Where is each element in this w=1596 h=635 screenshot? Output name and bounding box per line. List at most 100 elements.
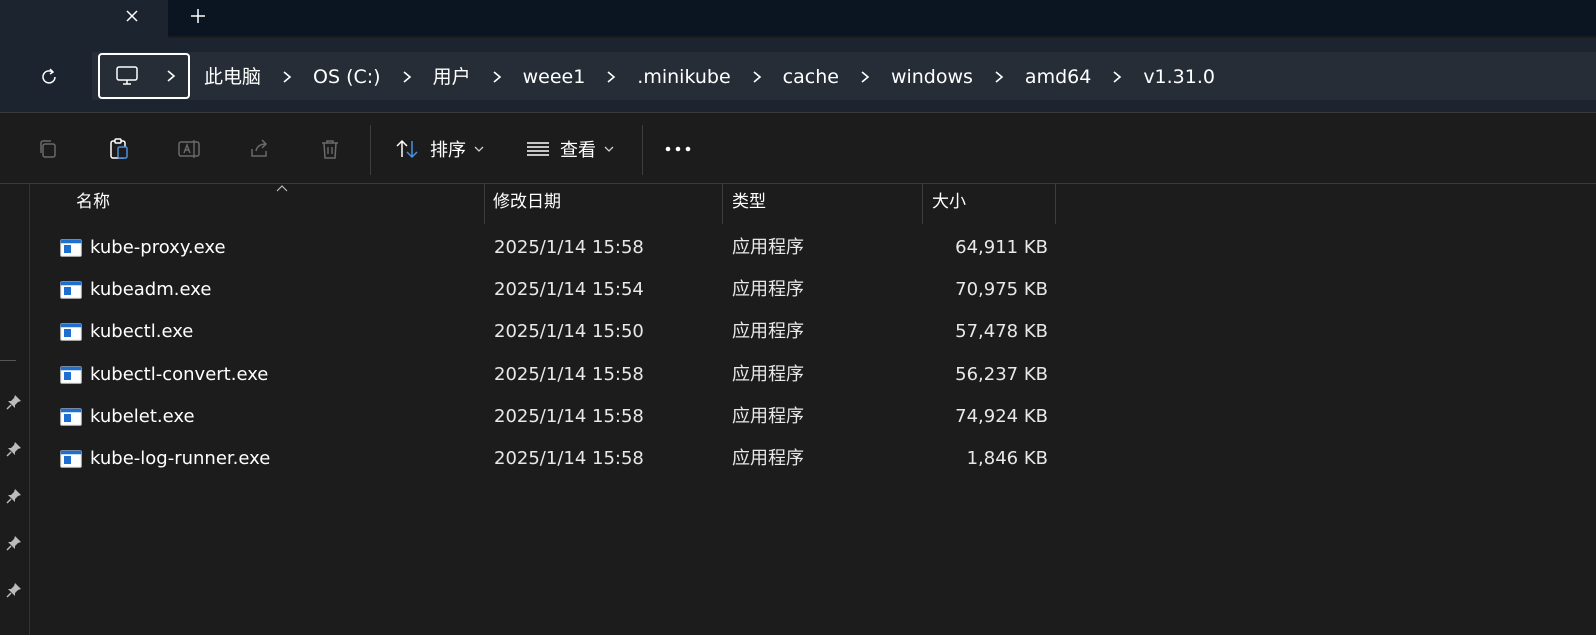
sort-button[interactable]: 排序	[394, 133, 484, 165]
column-header-name[interactable]: 名称	[76, 184, 476, 224]
more-icon	[665, 146, 691, 152]
chevron-right-icon[interactable]	[387, 62, 427, 92]
file-name: kubeadm.exe	[90, 279, 212, 300]
application-file-icon	[60, 239, 82, 257]
chevron-right-icon[interactable]	[737, 62, 777, 92]
pin-icon[interactable]	[6, 394, 22, 410]
toolbar-separator	[370, 125, 371, 175]
close-icon[interactable]	[120, 4, 144, 28]
plus-icon[interactable]	[186, 4, 210, 28]
chevron-right-icon[interactable]	[591, 62, 631, 92]
breadcrumb-item[interactable]: 用户	[427, 62, 477, 92]
column-divider[interactable]	[922, 184, 923, 224]
file-name: kubelet.exe	[90, 406, 195, 427]
pin-icon[interactable]	[6, 441, 22, 457]
view-button[interactable]: 查看	[526, 133, 614, 165]
delete-button[interactable]	[318, 133, 342, 165]
file-row[interactable]: kubeadm.exe 2025/1/14 15:54 应用程序 70,975 …	[38, 269, 1078, 311]
file-row[interactable]: kubectl-convert.exe 2025/1/14 15:58 应用程序…	[38, 354, 1078, 396]
column-header-date[interactable]: 修改日期	[493, 184, 713, 224]
chevron-right-icon[interactable]	[1097, 62, 1137, 92]
rename-button[interactable]	[176, 133, 202, 165]
delete-icon	[322, 140, 338, 159]
column-divider[interactable]	[1055, 184, 1056, 224]
breadcrumb-item[interactable]: cache	[777, 62, 845, 92]
file-size: 70,975 KB	[955, 279, 1048, 300]
refresh-icon[interactable]	[36, 64, 62, 90]
copy-icon	[40, 140, 56, 158]
file-size: 64,911 KB	[955, 237, 1048, 258]
chevron-right-icon	[167, 70, 176, 82]
file-date: 2025/1/14 15:50	[494, 321, 644, 342]
breadcrumb-item[interactable]: weee1	[517, 62, 592, 92]
breadcrumb-item[interactable]: amd64	[1019, 62, 1097, 92]
location-button[interactable]	[98, 53, 190, 99]
navigation-bar: 此电脑 OS (C:) 用户 weee1 .minikube cache win…	[0, 38, 1596, 112]
share-button[interactable]	[248, 133, 272, 165]
file-row[interactable]: kubelet.exe 2025/1/14 15:58 应用程序 74,924 …	[38, 396, 1078, 438]
file-size: 1,846 KB	[966, 448, 1048, 469]
file-size: 57,478 KB	[955, 321, 1048, 342]
file-type: 应用程序	[732, 321, 804, 342]
file-type: 应用程序	[732, 237, 804, 258]
application-file-icon	[60, 408, 82, 426]
file-name: kube-log-runner.exe	[90, 448, 271, 469]
view-icon	[527, 142, 549, 156]
column-divider[interactable]	[722, 184, 723, 224]
chevron-down-icon	[474, 146, 484, 152]
active-tab[interactable]	[0, 0, 168, 38]
rename-icon	[178, 140, 200, 158]
chevron-right-icon[interactable]	[267, 62, 307, 92]
application-file-icon	[60, 323, 82, 341]
share-icon	[251, 139, 268, 157]
column-header-size[interactable]: 大小	[932, 184, 1052, 224]
breadcrumb: 此电脑 OS (C:) 用户 weee1 .minikube cache win…	[198, 62, 1221, 92]
file-name: kube-proxy.exe	[90, 237, 226, 258]
paste-button[interactable]	[106, 133, 132, 165]
view-label: 查看	[560, 140, 596, 161]
pin-icon[interactable]	[6, 582, 22, 598]
column-header-type[interactable]: 类型	[732, 184, 912, 224]
command-bar: 排序 查看	[0, 113, 1596, 183]
pin-icon[interactable]	[6, 488, 22, 504]
breadcrumb-item[interactable]: 此电脑	[198, 62, 267, 92]
file-type: 应用程序	[732, 406, 804, 427]
application-file-icon	[60, 281, 82, 299]
file-type: 应用程序	[732, 279, 804, 300]
more-button[interactable]	[664, 133, 692, 165]
application-file-icon	[60, 450, 82, 468]
chevron-right-icon[interactable]	[845, 62, 885, 92]
chevron-right-icon[interactable]	[477, 62, 517, 92]
chevron-down-icon	[604, 146, 614, 152]
breadcrumb-item[interactable]: windows	[885, 62, 979, 92]
divider	[0, 360, 16, 361]
file-row[interactable]: kube-log-runner.exe 2025/1/14 15:58 应用程序…	[38, 438, 1078, 480]
file-type: 应用程序	[732, 448, 804, 469]
column-divider[interactable]	[484, 184, 485, 224]
tab-bar	[0, 0, 1596, 38]
pin-icon[interactable]	[6, 535, 22, 551]
file-date: 2025/1/14 15:58	[494, 237, 644, 258]
file-date: 2025/1/14 15:58	[494, 364, 644, 385]
file-date: 2025/1/14 15:58	[494, 448, 644, 469]
breadcrumb-item[interactable]: .minikube	[631, 62, 736, 92]
file-row[interactable]: kubectl.exe 2025/1/14 15:50 应用程序 57,478 …	[38, 311, 1078, 353]
navigation-pane	[0, 184, 30, 635]
sort-icon	[396, 139, 418, 159]
computer-icon	[116, 66, 138, 85]
application-file-icon	[60, 366, 82, 384]
chevron-right-icon[interactable]	[979, 62, 1019, 92]
file-name: kubectl-convert.exe	[90, 364, 269, 385]
file-type: 应用程序	[732, 364, 804, 385]
breadcrumb-item[interactable]: v1.31.0	[1137, 62, 1221, 92]
toolbar-separator	[642, 125, 643, 175]
paste-icon	[110, 138, 128, 159]
file-date: 2025/1/14 15:58	[494, 406, 644, 427]
file-size: 74,924 KB	[955, 406, 1048, 427]
file-row[interactable]: kube-proxy.exe 2025/1/14 15:58 应用程序 64,9…	[38, 227, 1078, 269]
file-date: 2025/1/14 15:54	[494, 279, 644, 300]
sort-label: 排序	[430, 140, 466, 161]
breadcrumb-item[interactable]: OS (C:)	[307, 62, 387, 92]
file-name: kubectl.exe	[90, 321, 194, 342]
copy-button[interactable]	[36, 133, 60, 165]
